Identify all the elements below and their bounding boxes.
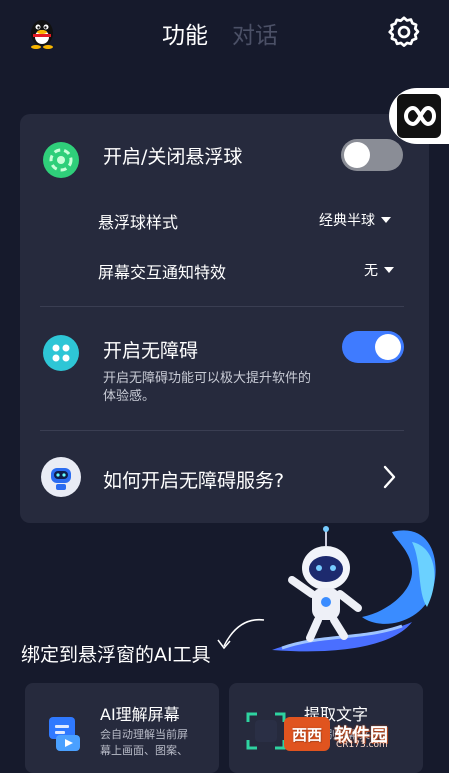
chevron-right-icon[interactable] [380,464,400,490]
accessibility-toggle-label: 开启无障碍 [103,340,199,362]
infinity-logo-icon [397,94,441,138]
qq-logo-icon[interactable] [24,14,60,50]
scan-text-icon [245,710,287,752]
chevron-down-icon [384,267,394,273]
settings-gear-icon[interactable] [386,14,422,50]
ball-style-value: 经典半球 [319,213,375,229]
divider [40,430,404,431]
screen-effect-dropdown[interactable]: 无 [364,260,394,280]
ai-screen-icon [46,713,84,751]
watermark-url: CR173.com [336,740,388,750]
watermark-logo: 西西 [284,717,330,751]
howto-accessibility-link[interactable]: 如何开启无障碍服务? [103,466,284,493]
tool-title: AI理解屏幕 [100,705,180,724]
screen-effect-label: 屏幕交互通知特效 [98,263,227,282]
floatball-toggle[interactable] [341,139,403,171]
accessibility-description: 开启无障碍功能可以极大提升软件的 体验感。 [103,371,312,404]
curved-arrow-icon [208,616,268,656]
floatball-row-icon [42,141,80,179]
floatball-toggle-label: 开启/关闭悬浮球 [103,146,243,168]
divider [40,306,404,307]
ball-style-label: 悬浮球样式 [98,213,179,232]
ball-style-dropdown[interactable]: 经典半球 [319,210,391,230]
ai-tools-section-title: 绑定到悬浮窗的AI工具 [21,644,211,666]
robot-help-icon [40,456,82,498]
accessibility-icon [42,334,80,372]
chevron-down-icon [381,217,391,223]
accessibility-toggle[interactable] [342,331,404,363]
site-watermark: 西西 软件园 CR173.com [284,714,432,754]
astronaut-illustration [262,522,448,662]
tab-chat[interactable]: 对话 [232,16,278,50]
tool-description: 会自动理解当前屏 幕上画面、图案、 [100,728,188,757]
floating-ball[interactable] [389,88,449,144]
tab-functions[interactable]: 功能 [162,16,208,50]
screen-effect-value: 无 [364,263,378,279]
